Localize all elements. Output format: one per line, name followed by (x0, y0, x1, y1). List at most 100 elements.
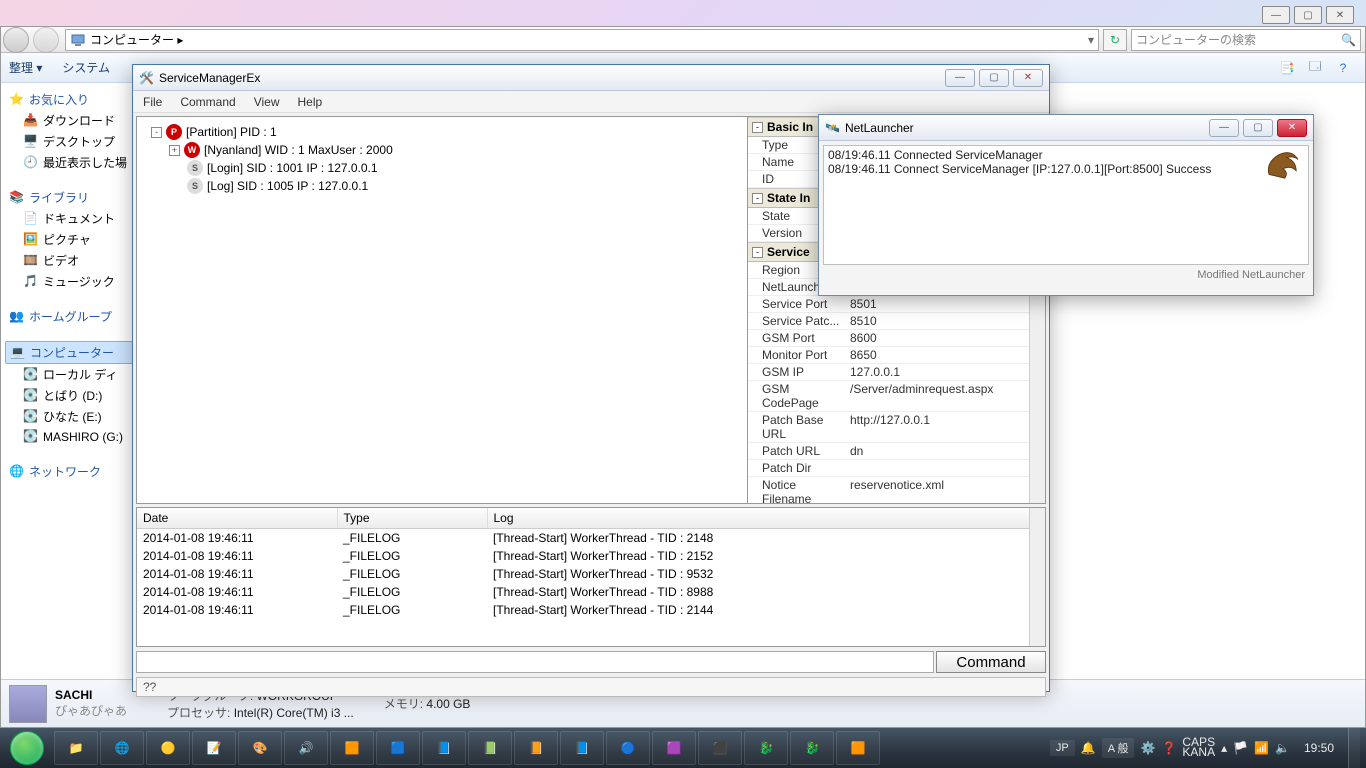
smx-titlebar[interactable]: 🛠️ServiceManagerEx — ▢ ✕ (133, 65, 1049, 91)
property-row[interactable]: GSM Port8600 (748, 330, 1045, 347)
chevron-down-icon[interactable]: ▾ (1088, 33, 1094, 47)
log-row[interactable]: 2014-01-08 19:46:11_FILELOG[Thread-Start… (137, 547, 1045, 565)
taskbar-app-powerpoint[interactable]: 📙 (514, 731, 558, 765)
smx-log-panel: DateTypeLog2014-01-08 19:46:11_FILELOG[T… (136, 507, 1046, 647)
taskbar-clock[interactable]: 19:50 (1296, 741, 1342, 755)
netlauncher-window: 🛰️NetLauncher — ▢ ✕ 08/19:46.11 Connecte… (818, 114, 1314, 296)
property-value: 8501 (846, 296, 1045, 312)
tree-node[interactable]: +W[Nyanland] WID : 1 MaxUser : 2000 (143, 141, 741, 159)
system-properties-button[interactable]: システム (62, 59, 110, 76)
command-input[interactable] (136, 651, 934, 673)
section-toggle-icon[interactable]: - (752, 122, 763, 133)
tree-expander-icon[interactable]: - (151, 127, 162, 138)
log-scrollbar[interactable] (1029, 508, 1045, 646)
tray-expand-icon[interactable]: ▴ (1221, 741, 1227, 755)
property-row[interactable]: Notice Filenamereservenotice.xml (748, 477, 1045, 503)
taskbar-app-skype[interactable]: 🔵 (606, 731, 650, 765)
preview-pane-button[interactable]: 🗔 (1303, 56, 1327, 80)
log-header[interactable]: Log (487, 508, 1045, 529)
taskbar-app-cmd[interactable]: ⬛ (698, 731, 742, 765)
property-row[interactable]: Monitor Port8650 (748, 347, 1045, 364)
maximize-icon[interactable]: ▢ (1294, 6, 1322, 24)
menu-file[interactable]: File (143, 95, 162, 109)
show-desktop-button[interactable] (1348, 728, 1360, 768)
log-header[interactable]: Date (137, 508, 337, 529)
tray-network-icon[interactable]: 📶 (1254, 741, 1269, 755)
property-row[interactable]: Patch Base URLhttp://127.0.0.1 (748, 412, 1045, 443)
homegroup-icon: 👥 (9, 309, 25, 325)
taskbar-app-generic1[interactable]: 🟧 (330, 731, 374, 765)
log-row[interactable]: 2014-01-08 19:46:11_FILELOG[Thread-Start… (137, 583, 1045, 601)
tray-icon[interactable]: 🔔 (1081, 741, 1096, 755)
nav-forward-button[interactable] (33, 27, 59, 53)
netl-log-area[interactable]: 08/19:46.11 Connected ServiceManager 08/… (823, 145, 1309, 265)
minimize-button[interactable]: — (945, 69, 975, 87)
taskbar-app-generic2[interactable]: 🟦 (376, 731, 420, 765)
property-row[interactable]: Service Port8501 (748, 296, 1045, 313)
smx-tree[interactable]: -P[Partition] PID : 1+W[Nyanland] WID : … (137, 117, 747, 503)
taskbar-app-word[interactable]: 📘 (560, 731, 604, 765)
tree-node-label: [Login] SID : 1001 IP : 127.0.0.1 (207, 161, 378, 175)
taskbar-app-paint[interactable]: 🎨 (238, 731, 282, 765)
menu-view[interactable]: View (254, 95, 280, 109)
tree-node[interactable]: S[Log] SID : 1005 IP : 127.0.0.1 (143, 177, 741, 195)
taskbar-app-generic3[interactable]: 🟪 (652, 731, 696, 765)
section-toggle-icon[interactable]: - (752, 247, 763, 258)
search-input[interactable]: コンピューターの検索 🔍 (1131, 29, 1361, 51)
smx-log-table[interactable]: DateTypeLog2014-01-08 19:46:11_FILELOG[T… (137, 508, 1045, 619)
taskbar-app-notepad[interactable]: 📝 (192, 731, 236, 765)
tray-volume-icon[interactable]: 🔈 (1275, 741, 1290, 755)
taskbar-app-ie[interactable]: 🌐 (100, 731, 144, 765)
close-button[interactable]: ✕ (1013, 69, 1043, 87)
log-row[interactable]: 2014-01-08 19:46:11_FILELOG[Thread-Start… (137, 565, 1045, 583)
taskbar-app-dn1[interactable]: 🐉 (744, 731, 788, 765)
minimize-button[interactable]: — (1209, 119, 1239, 137)
tree-node[interactable]: S[Login] SID : 1001 IP : 127.0.0.1 (143, 159, 741, 177)
help-button[interactable]: ? (1331, 56, 1355, 80)
view-mode-button[interactable]: 📑 (1275, 56, 1299, 80)
property-row[interactable]: Patch URLdn (748, 443, 1045, 460)
taskbar-app-explorer[interactable]: 📁 (54, 731, 98, 765)
refresh-button[interactable]: ↻ (1103, 29, 1127, 51)
tray-icon[interactable]: ❓ (1161, 741, 1176, 755)
close-icon[interactable]: ✕ (1326, 6, 1354, 24)
log-row[interactable]: 2014-01-08 19:46:11_FILELOG[Thread-Start… (137, 601, 1045, 619)
menu-help[interactable]: Help (298, 95, 323, 109)
ime-lang-indicator[interactable]: JP (1050, 740, 1075, 756)
windows-orb-icon (10, 731, 44, 765)
start-button[interactable] (0, 728, 54, 768)
tree-node[interactable]: -P[Partition] PID : 1 (143, 123, 741, 141)
ime-mode-indicator[interactable]: A 般 (1102, 738, 1135, 758)
taskbar-app-dn2[interactable]: 🐉 (790, 731, 834, 765)
taskbar-app-excel[interactable]: 📗 (468, 731, 512, 765)
property-row[interactable]: GSM IP127.0.0.1 (748, 364, 1045, 381)
property-value (846, 460, 1045, 476)
videos-icon: 🎞️ (23, 253, 39, 269)
tray-icon[interactable]: ⚙️ (1140, 741, 1155, 755)
property-row[interactable]: Service Patc...8510 (748, 313, 1045, 330)
log-row[interactable]: 2014-01-08 19:46:11_FILELOG[Thread-Start… (137, 529, 1045, 548)
organize-menu[interactable]: 整理 ▾ (9, 59, 42, 76)
menu-command[interactable]: Command (180, 95, 235, 109)
section-toggle-icon[interactable]: - (752, 193, 763, 204)
minimize-icon[interactable]: — (1262, 6, 1290, 24)
netl-title: NetLauncher (845, 121, 914, 135)
property-key: GSM CodePage (748, 381, 846, 411)
command-button[interactable]: Command (936, 651, 1046, 673)
maximize-button[interactable]: ▢ (1243, 119, 1273, 137)
property-row[interactable]: GSM CodePage/Server/adminrequest.aspx (748, 381, 1045, 412)
tree-expander-icon[interactable]: + (169, 145, 180, 156)
tray-flag-icon[interactable]: 🏳️ (1233, 741, 1248, 755)
maximize-button[interactable]: ▢ (979, 69, 1009, 87)
ime-caps-kana[interactable]: CAPSKANA (1182, 738, 1215, 758)
breadcrumb[interactable]: コンピューター ▸ ▾ (65, 29, 1099, 51)
taskbar-app-xampp[interactable]: 🟧 (836, 731, 880, 765)
taskbar-app-audio[interactable]: 🔊 (284, 731, 328, 765)
nav-back-button[interactable] (3, 27, 29, 53)
taskbar-app-onenote[interactable]: 📘 (422, 731, 466, 765)
netl-titlebar[interactable]: 🛰️NetLauncher — ▢ ✕ (819, 115, 1313, 141)
log-header[interactable]: Type (337, 508, 487, 529)
close-button[interactable]: ✕ (1277, 119, 1307, 137)
taskbar-app-chrome[interactable]: 🟡 (146, 731, 190, 765)
property-row[interactable]: Patch Dir (748, 460, 1045, 477)
